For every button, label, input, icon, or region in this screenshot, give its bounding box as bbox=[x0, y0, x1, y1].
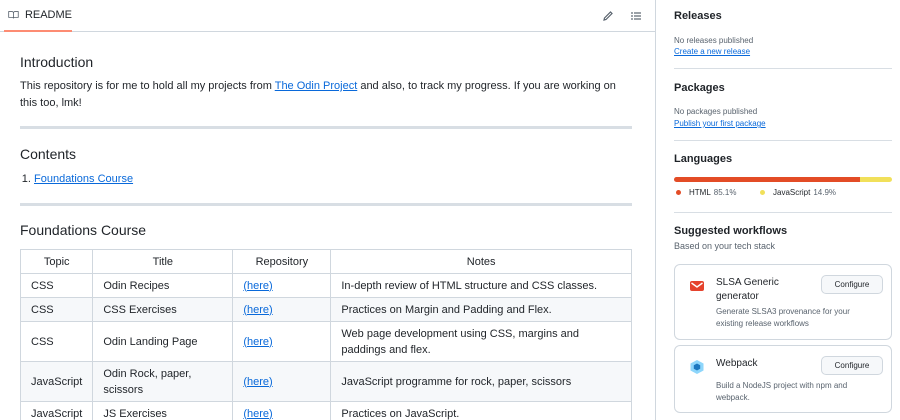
readme-header: README bbox=[0, 0, 655, 32]
table-row: CSS Odin Landing Page (here) Web page de… bbox=[19, 321, 632, 362]
releases-heading: Releases bbox=[674, 10, 722, 22]
divider bbox=[674, 140, 892, 141]
language-percent: 14.9% bbox=[813, 188, 837, 197]
workflow-description: Generate SLSA3 provenance for your exist… bbox=[716, 307, 850, 328]
book-icon bbox=[8, 11, 19, 19]
intro-heading: Introduction bbox=[20, 54, 94, 70]
languages-heading: Languages bbox=[674, 153, 733, 165]
table-row: JavaScript Odin Rock, paper, scissors (h… bbox=[19, 361, 632, 402]
cell-title: CSS Exercises bbox=[92, 297, 234, 322]
workflow-card-slsa: SLSA Generic generator Generate SLSA3 pr… bbox=[674, 264, 892, 340]
col-notes: Notes bbox=[330, 249, 632, 274]
pencil-icon[interactable] bbox=[600, 8, 616, 24]
cell-notes: In-depth review of HTML structure and CS… bbox=[330, 273, 632, 298]
outline-list-icon[interactable] bbox=[628, 8, 644, 24]
workflow-card-webpack: Webpack Build a NodeJS project with npm … bbox=[674, 345, 892, 413]
configure-button[interactable]: Configure bbox=[821, 356, 883, 375]
language-bar-segment-html bbox=[674, 177, 860, 182]
workflows-heading: Suggested workflows bbox=[674, 225, 788, 237]
repo-link[interactable]: (here) bbox=[243, 280, 272, 292]
col-title: Title bbox=[92, 249, 234, 274]
cell-title: Odin Rock, paper, scissors bbox=[92, 361, 234, 402]
cell-topic: CSS bbox=[19, 321, 94, 362]
language-bar-segment-javascript bbox=[859, 177, 892, 182]
contents-item: Foundations Course bbox=[34, 173, 133, 185]
cell-notes: Web page development using CSS, margins … bbox=[330, 321, 632, 362]
repo-link[interactable]: (here) bbox=[243, 304, 272, 316]
cell-notes: JavaScript programme for rock, paper, sc… bbox=[330, 361, 632, 402]
readme-tab-label: README bbox=[24, 9, 72, 21]
cell-repo: (here) bbox=[232, 401, 332, 420]
cell-notes: Practices on JavaScript. bbox=[330, 401, 632, 420]
language-item-javascript[interactable]: JavaScript 14.9% bbox=[760, 188, 836, 197]
releases-empty-text: No releases published bbox=[674, 36, 754, 45]
col-topic: Topic bbox=[19, 249, 94, 274]
divider bbox=[674, 68, 892, 69]
foundations-course-link[interactable]: Foundations Course bbox=[34, 173, 133, 185]
divider bbox=[20, 203, 632, 206]
table-header-row: Topic Title Repository Notes bbox=[19, 249, 632, 274]
repo-link[interactable]: (here) bbox=[243, 408, 272, 420]
language-percent: 85.1% bbox=[713, 188, 737, 197]
contents-list: Foundations Course bbox=[34, 173, 133, 185]
repo-link[interactable]: (here) bbox=[243, 336, 272, 348]
cell-topic: CSS bbox=[19, 297, 94, 322]
divider bbox=[20, 126, 632, 129]
intro-text-before: This repository is for me to hold all my… bbox=[20, 80, 275, 92]
cell-topic: JavaScript bbox=[19, 361, 94, 402]
configure-button[interactable]: Configure bbox=[821, 275, 883, 294]
webpack-icon bbox=[690, 360, 704, 374]
table-row: CSS Odin Recipes (here) In-depth review … bbox=[19, 273, 632, 298]
table-row: JavaScript JS Exercises (here) Practices… bbox=[19, 401, 632, 420]
cell-repo: (here) bbox=[232, 273, 332, 298]
workflow-title: Webpack bbox=[716, 358, 758, 369]
cell-repo: (here) bbox=[232, 321, 332, 362]
language-bar bbox=[674, 177, 892, 182]
packages-empty-text: No packages published bbox=[674, 107, 758, 116]
col-repository: Repository bbox=[232, 249, 332, 274]
cell-title: Odin Recipes bbox=[92, 273, 234, 298]
cell-notes: Practices on Margin and Padding and Flex… bbox=[330, 297, 632, 322]
divider bbox=[674, 212, 892, 213]
publish-package-link[interactable]: Publish your first package bbox=[674, 119, 766, 128]
language-item-html[interactable]: HTML 85.1% bbox=[676, 188, 736, 197]
cell-title: JS Exercises bbox=[92, 401, 234, 420]
cell-repo: (here) bbox=[232, 297, 332, 322]
repo-link[interactable]: (here) bbox=[243, 376, 272, 388]
cell-topic: CSS bbox=[19, 273, 94, 298]
language-name: JavaScript bbox=[773, 188, 811, 197]
language-dot-icon bbox=[760, 190, 765, 195]
create-release-link[interactable]: Create a new release bbox=[674, 47, 750, 56]
cell-topic: JavaScript bbox=[19, 401, 94, 420]
language-name: HTML bbox=[689, 188, 711, 197]
language-dot-icon bbox=[676, 190, 681, 195]
contents-heading: Contents bbox=[20, 146, 77, 162]
readme-tab[interactable]: README bbox=[4, 0, 72, 32]
workflow-description: Build a NodeJS project with npm and webp… bbox=[716, 381, 848, 402]
odin-project-link[interactable]: The Odin Project bbox=[275, 80, 358, 92]
workflow-title: SLSA Generic generator bbox=[716, 277, 779, 302]
intro-paragraph: This repository is for me to hold all my… bbox=[20, 78, 620, 112]
slsa-icon bbox=[690, 281, 704, 291]
cell-title: Odin Landing Page bbox=[92, 321, 234, 362]
foundations-heading: Foundations Course bbox=[20, 222, 147, 238]
readme-panel: README Introduction This repository is f… bbox=[0, 0, 656, 420]
foundations-table: Topic Title Repository Notes CSS Odin Re… bbox=[19, 249, 632, 420]
table-row: CSS CSS Exercises (here) Practices on Ma… bbox=[19, 297, 632, 322]
packages-heading: Packages bbox=[674, 82, 725, 94]
workflows-subheading: Based on your tech stack bbox=[674, 241, 776, 251]
cell-repo: (here) bbox=[232, 361, 332, 402]
